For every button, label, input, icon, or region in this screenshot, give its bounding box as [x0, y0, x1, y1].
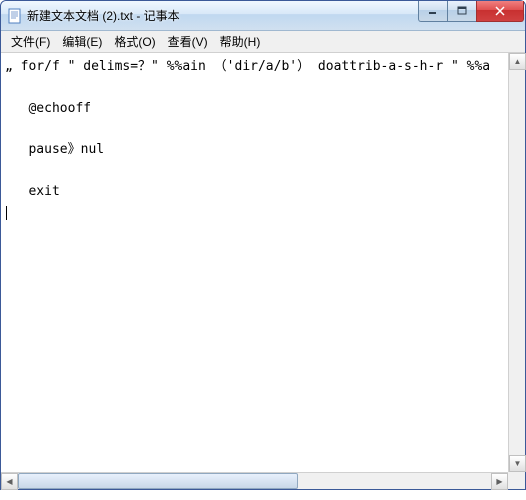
- text-caret: [6, 206, 7, 220]
- menu-view[interactable]: 查看(V): [162, 31, 214, 52]
- scroll-thumb-h[interactable]: [18, 473, 298, 489]
- scroll-down-button[interactable]: ▼: [509, 455, 526, 472]
- text-line: exit: [5, 184, 60, 199]
- text-line: „ for/f " delims=？" %%ain （'dir/a/b'） do…: [5, 59, 490, 74]
- maximize-button[interactable]: [447, 1, 477, 22]
- titlebar[interactable]: 新建文本文档 (2).txt - 记事本: [1, 1, 525, 31]
- vertical-scrollbar[interactable]: ▲ ▼: [508, 53, 525, 472]
- notepad-icon: [7, 8, 23, 24]
- text-line: @echooff: [5, 101, 91, 116]
- scroll-right-button[interactable]: ▶: [491, 473, 508, 490]
- minimize-button[interactable]: [418, 1, 448, 22]
- menu-edit[interactable]: 编辑(E): [56, 31, 108, 52]
- window-buttons: [419, 1, 525, 22]
- scroll-track-v[interactable]: [509, 70, 525, 455]
- menubar: 文件(F) 编辑(E) 格式(O) 查看(V) 帮助(H): [1, 31, 525, 53]
- scroll-up-button[interactable]: ▲: [509, 53, 526, 70]
- window-title: 新建文本文档 (2).txt - 记事本: [27, 7, 419, 24]
- scrollbar-corner: [508, 472, 525, 489]
- menu-file[interactable]: 文件(F): [5, 31, 56, 52]
- editor-area: „ for/f " delims=？" %%ain （'dir/a/b'） do…: [1, 53, 525, 489]
- menu-help[interactable]: 帮助(H): [214, 31, 267, 52]
- horizontal-scrollbar[interactable]: ◀ ▶: [1, 472, 508, 489]
- scroll-left-button[interactable]: ◀: [1, 473, 18, 490]
- notepad-window: 新建文本文档 (2).txt - 记事本 文件(F) 编辑(E) 格式(O) 查…: [0, 0, 526, 490]
- text-line: pause》nul: [5, 142, 104, 157]
- menu-format[interactable]: 格式(O): [108, 31, 161, 52]
- close-button[interactable]: [476, 1, 524, 22]
- text-content[interactable]: „ for/f " delims=？" %%ain （'dir/a/b'） do…: [1, 53, 525, 489]
